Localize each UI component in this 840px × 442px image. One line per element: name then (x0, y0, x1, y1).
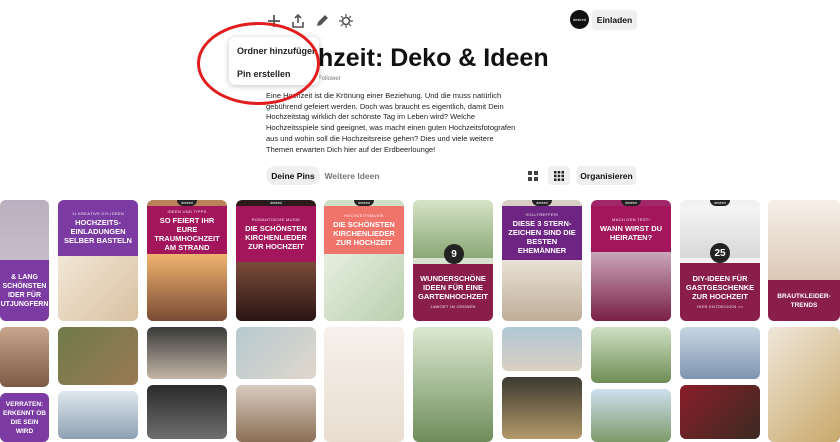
board-description: Eine Hochzeit ist die Krönung einer Bezi… (266, 91, 516, 154)
pin-footer: JAWORT IM GRÜNEN (430, 304, 476, 309)
pin-card[interactable]: BRAUTKLEIDER-TRENDS (768, 200, 840, 321)
pin-card[interactable] (236, 327, 316, 379)
pin-card[interactable]: desired 25 DIY-IDEEN FÜR GASTGESCHENKE Z… (680, 200, 760, 321)
pin-card[interactable] (680, 385, 760, 439)
pin-kicker: IDEEN UND TIPPS (167, 208, 207, 214)
pin-kicker: MACH DEN TEST! (612, 216, 650, 222)
pin-card[interactable]: desired VOLLTREFFER! DIESE 3 STERN-ZEICH… (502, 200, 582, 321)
pin-headline: WANN WIRST DU HEIRATEN? (599, 223, 663, 242)
view-compact-button[interactable] (548, 166, 570, 185)
annotation-circle (197, 22, 320, 105)
organize-button[interactable]: Organisieren (577, 166, 636, 185)
pin-headline: & LANG SCHÖNSTEN IDER FÜR UTJUNGFERN (0, 273, 49, 308)
pin-card[interactable] (58, 327, 138, 385)
edit-button[interactable] (311, 10, 333, 32)
tab-your-pins[interactable]: Deine Pins (266, 166, 320, 185)
page-title: hzeit: Deko & Ideen (318, 44, 549, 72)
pin-kicker: 11 KREATIVE DIY-IDEEN (71, 211, 125, 216)
pin-headline: WUNDERSCHÖNE IDEEN FÜR EINE GARTENHOCHZE… (418, 274, 488, 301)
pin-card[interactable]: 11 KREATIVE DIY-IDEEN HOCHZEITS-EINLADUN… (58, 200, 138, 321)
pin-headline: DIY-IDEEN FÜR GASTGESCHENKE ZUR HOCHZEIT (685, 273, 755, 301)
pin-footer: HIER ENTDECKEN >> (696, 303, 744, 309)
pin-headline: DIE SCHÖNSTEN KIRCHENLIEDER ZUR HOCHZEIT (333, 220, 395, 247)
pin-kicker: VOLLTREFFER! (525, 211, 559, 217)
avatar[interactable]: desired (570, 10, 589, 29)
magic-icon (339, 14, 353, 28)
follower-count[interactable]: Follower (318, 76, 341, 82)
pin-headline: DIE SCHÖNSTEN KIRCHENLIEDER ZUR HOCHZEIT (245, 224, 307, 251)
pin-card[interactable]: VERRATEN: ERKENNT OB DIE SEIN WIRD (0, 393, 49, 442)
grid-small-icon (554, 170, 564, 181)
pin-headline: BRAUTKLEIDER-TRENDS (777, 292, 831, 309)
ideas-button[interactable] (335, 10, 357, 32)
pin-headline: VERRATEN: ERKENNT OB DIE SEIN WIRD (3, 400, 46, 435)
pin-card[interactable] (680, 327, 760, 379)
pin-kicker: ROMANTISCHE MUSIK (251, 217, 301, 222)
pin-card[interactable] (591, 389, 671, 442)
pin-card[interactable]: desired ROMANTISCHE MUSIK DIE SCHÖNSTEN … (236, 200, 316, 321)
pin-card[interactable]: desired HOCHZEITSMUSIK DIE SCHÖNSTEN KIR… (324, 200, 404, 321)
pin-card[interactable]: desired MACH DEN TEST! WANN WIRST DU HEI… (591, 200, 671, 321)
pencil-icon (317, 15, 328, 26)
pin-card[interactable] (591, 327, 671, 383)
pin-headline: SO FEIERT IHR EURE TRAUMHOCHZEIT AM STRA… (154, 215, 220, 252)
pin-card[interactable] (147, 327, 227, 379)
pin-card[interactable]: & LANG SCHÖNSTEN IDER FÜR UTJUNGFERN (0, 200, 49, 321)
pin-card[interactable] (768, 327, 840, 442)
pin-headline: HOCHZEITS-EINLADUNGEN SELBER BASTELN (64, 218, 132, 245)
invite-button[interactable]: Einladen (592, 10, 637, 30)
pin-card[interactable] (0, 327, 49, 387)
pin-number-badge: 25 (710, 243, 730, 263)
pin-card[interactable] (413, 327, 493, 442)
pin-kicker: HOCHZEITSMUSIK (344, 213, 384, 218)
share-icon (292, 13, 304, 28)
view-default-button[interactable] (522, 166, 544, 185)
pin-card[interactable] (147, 385, 227, 439)
pin-card[interactable] (58, 391, 138, 439)
pin-number-badge: 9 (444, 244, 464, 264)
pin-headline: DIESE 3 STERN-ZEICHEN SIND DIE BESTEN EH… (508, 218, 576, 255)
pin-card[interactable] (236, 385, 316, 442)
grid-large-icon (528, 170, 538, 181)
pin-card[interactable] (502, 377, 582, 439)
pin-card[interactable] (502, 327, 582, 371)
pin-card[interactable]: desired IDEEN UND TIPPS SO FEIERT IHR EU… (147, 200, 227, 321)
tab-more-ideas[interactable]: Weitere Ideen (323, 166, 381, 185)
pin-card[interactable]: 9 WUNDERSCHÖNE IDEEN FÜR EINE GARTENHOCH… (413, 200, 493, 321)
pin-card[interactable] (324, 327, 404, 442)
